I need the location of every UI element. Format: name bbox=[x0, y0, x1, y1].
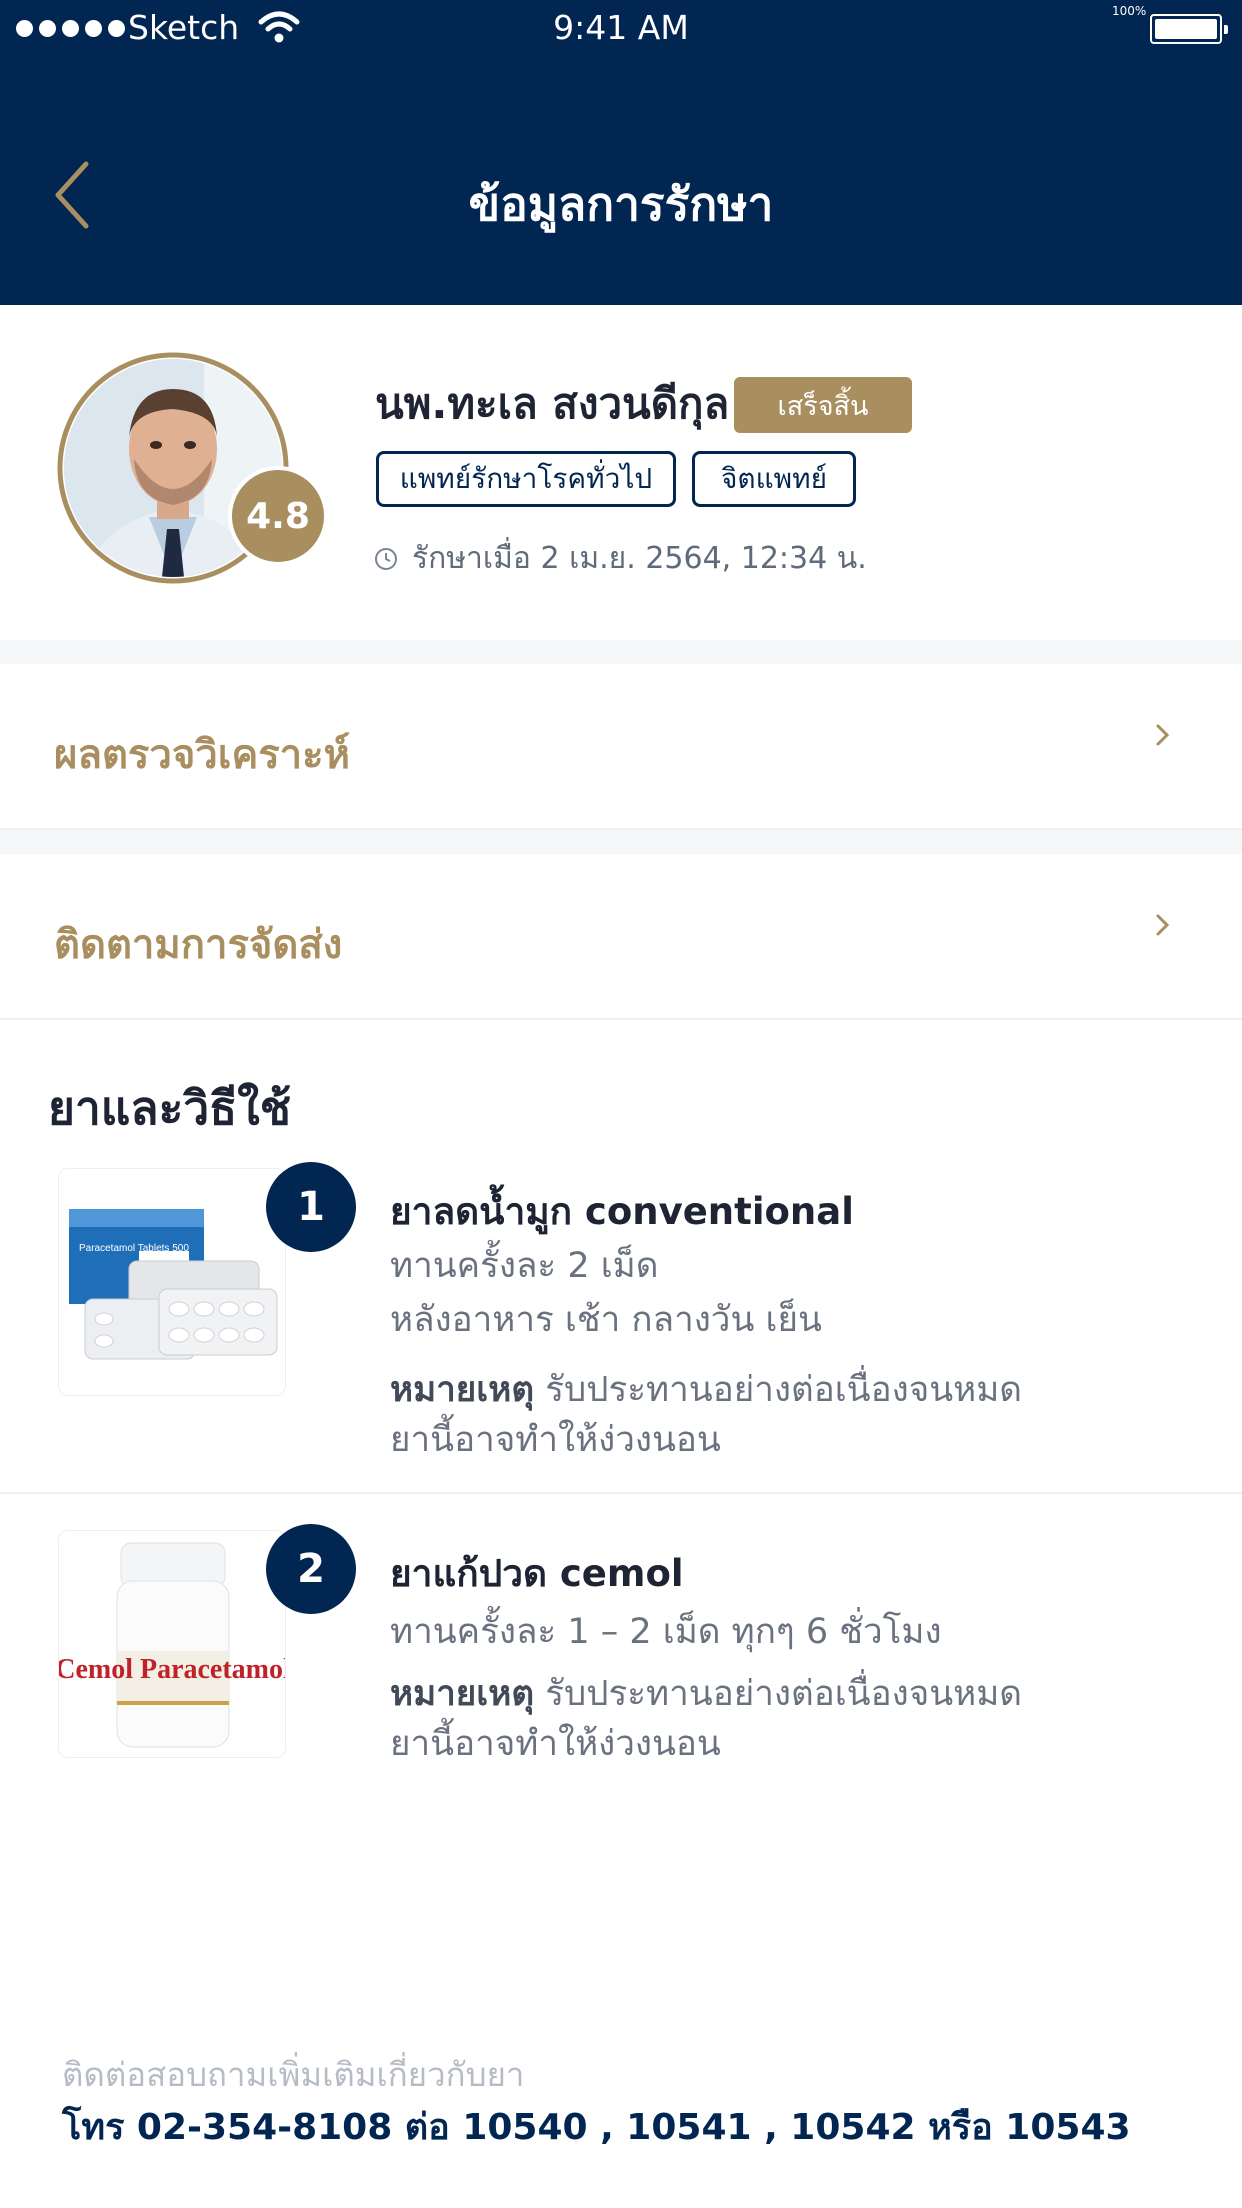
specialty-tag: จิตแพทย์ bbox=[692, 451, 856, 507]
page-title: ข้อมูลการรักษา bbox=[468, 177, 774, 231]
medication-dosage: ทานครั้งละ 2 เม็ด bbox=[390, 1246, 659, 1286]
medication-dosage: ทานครั้งละ 1 – 2 เม็ด ทุกๆ 6 ชั่วโมง bbox=[390, 1612, 942, 1652]
medication-image-label: Paracetamol Tablets 500 bbox=[79, 1243, 189, 1254]
medication-timing: หลังอาหาร เช้า กลางวัน เย็น bbox=[390, 1300, 822, 1340]
analysis-results-row[interactable]: ผลตรวจวิเคราะห์ bbox=[0, 664, 1242, 830]
app-header: Sketch 9:41 AM 100% ข้อมูลการรักษา bbox=[0, 0, 1242, 305]
chevron-right-icon bbox=[1156, 914, 1170, 936]
chevron-right-icon bbox=[1156, 724, 1170, 746]
medication-number: 2 bbox=[266, 1524, 356, 1614]
battery-icon bbox=[1150, 14, 1228, 44]
divider bbox=[0, 1492, 1242, 1494]
treatment-date: รักษาเมื่อ 2 เม.ย. 2564, 12:34 น. bbox=[374, 535, 867, 582]
medication-note: หมายเหตุ รับประทานอย่างต่อเนื่องจนหมด bbox=[390, 1362, 1022, 1417]
delivery-tracking-row[interactable]: ติดตามการจัดส่ง bbox=[0, 854, 1242, 1020]
clock-icon bbox=[375, 547, 397, 570]
medication-name: ยาลดน้ำมูก conventional bbox=[390, 1190, 854, 1233]
specialty-tags: แพทย์รักษาโรคทั่วไป จิตแพทย์ bbox=[376, 451, 856, 507]
analysis-results-label: ผลตรวจวิเคราะห์ bbox=[54, 732, 350, 778]
status-bar: Sketch 9:41 AM 100% bbox=[0, 0, 1242, 58]
medication-image: Paracetamol Tablets 500 bbox=[58, 1168, 286, 1396]
contact-label: ติดต่อสอบถามเพิ่มเติมเกี่ยวกับยา bbox=[62, 2055, 525, 2094]
battery-percent: 100% bbox=[1112, 4, 1147, 18]
medication-number: 1 bbox=[266, 1162, 356, 1252]
medication-note-line2: ยานี้อาจทำให้ง่วงนอน bbox=[390, 1420, 721, 1460]
treatment-date-text: รักษาเมื่อ 2 เม.ย. 2564, 12:34 น. bbox=[412, 541, 867, 576]
contact-phone-link[interactable]: โทร 02-354-8108 ต่อ 10540 , 10541 , 1054… bbox=[62, 2098, 1131, 2155]
medication-name: ยาแก้ปวด cemol bbox=[390, 1552, 684, 1595]
medication-note: หมายเหตุ รับประทานอย่างต่อเนื่องจนหมด bbox=[390, 1666, 1022, 1721]
delivery-tracking-label: ติดตามการจัดส่ง bbox=[54, 922, 343, 968]
section-gap bbox=[0, 640, 1242, 664]
rating-badge: 4.8 bbox=[228, 466, 328, 566]
status-time: 9:41 AM bbox=[553, 8, 689, 47]
note-label: หมายเหตุ bbox=[390, 1674, 535, 1714]
note-text: รับประทานอย่างต่อเนื่องจนหมด bbox=[545, 1370, 1023, 1410]
specialty-tag: แพทย์รักษาโรคทั่วไป bbox=[376, 451, 676, 507]
medication-note-line2: ยานี้อาจทำให้ง่วงนอน bbox=[390, 1724, 721, 1764]
medications-title: ยาและวิธีใช้ bbox=[48, 1081, 291, 1135]
doctor-name: นพ.ทะเล สงวนดีกุล bbox=[375, 379, 730, 428]
doctor-card: นพ.ทะเล สงวนดีกุล เสร็จสิ้น แพทย์รักษาโร… bbox=[0, 305, 1242, 640]
section-gap bbox=[0, 830, 1242, 854]
note-text: รับประทานอย่างต่อเนื่องจนหมด bbox=[545, 1674, 1023, 1714]
medication-image: Cemol Paracetamol bbox=[58, 1530, 286, 1758]
note-label: หมายเหตุ bbox=[390, 1370, 535, 1410]
status-badge: เสร็จสิ้น bbox=[734, 377, 912, 433]
medication-image-label: Cemol Paracetamol bbox=[59, 1654, 286, 1685]
